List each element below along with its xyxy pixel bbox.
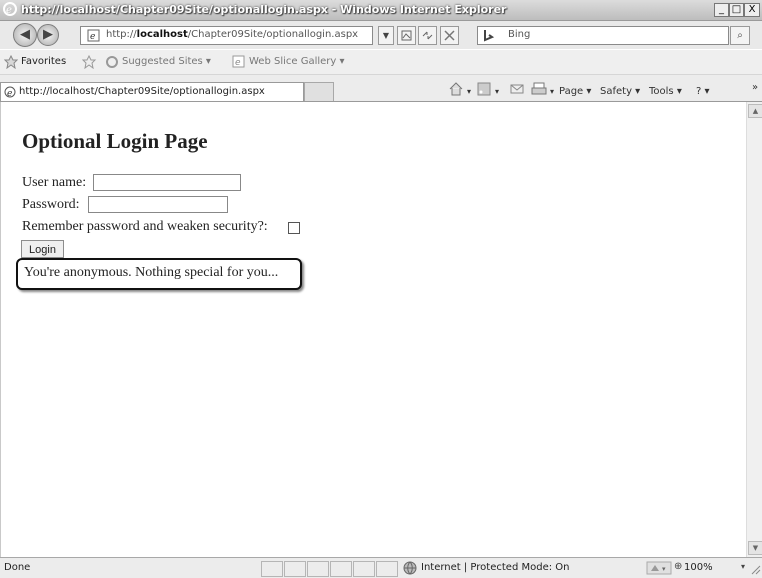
svg-text:e: e (6, 5, 12, 16)
favorites-button[interactable]: Favorites (21, 56, 66, 67)
status-segment (330, 561, 352, 577)
window-title: http://localhost/Chapter09Site/optionall… (21, 3, 507, 16)
security-zone[interactable]: Internet | Protected Mode: On (421, 562, 569, 573)
mail-icon[interactable] (510, 82, 524, 96)
status-segment (307, 561, 329, 577)
svg-text:▾: ▾ (662, 565, 666, 573)
username-field[interactable] (93, 174, 241, 191)
page-title: Optional Login Page (22, 129, 208, 153)
suggested-sites-link[interactable]: Suggested Sites ▾ (122, 56, 211, 67)
search-icon[interactable]: ⌕ (730, 26, 750, 45)
back-icon[interactable]: ◀ (13, 23, 37, 47)
address-url[interactable]: http://localhost/Chapter09Site/optionall… (106, 29, 358, 40)
search-provider: Bing (508, 29, 531, 40)
title-bar: e http://localhost/Chapter09Site/optiona… (0, 0, 762, 21)
vertical-scrollbar[interactable]: ▲ ▼ (746, 102, 762, 557)
stop-icon[interactable] (440, 26, 459, 45)
page-content: Optional Login Page User name: Password:… (0, 102, 747, 557)
svg-text:e: e (235, 58, 241, 68)
scroll-up-arrow[interactable]: ▲ (748, 104, 762, 118)
bing-icon (484, 30, 495, 42)
tab-page-icon: e (4, 86, 16, 99)
svg-text:e: e (90, 32, 95, 42)
security-icon[interactable]: ▾ (646, 561, 672, 575)
web-slice-gallery-link[interactable]: Web Slice Gallery ▾ (249, 56, 345, 67)
username-label: User name: (22, 175, 87, 190)
favorites-star-icon (4, 55, 18, 69)
status-text: Done (4, 562, 31, 573)
password-label: Password: (22, 197, 80, 212)
feeds-icon[interactable] (477, 82, 491, 96)
zoom-level[interactable]: 100% (684, 562, 713, 573)
help-icon[interactable]: ? ▾ (696, 86, 710, 97)
page-menu[interactable]: Page ▾ (559, 86, 591, 97)
status-segment (353, 561, 375, 577)
search-field[interactable]: Bing (477, 26, 729, 45)
maximize-button[interactable]: □ (729, 3, 744, 17)
login-button[interactable]: Login (21, 240, 64, 258)
svg-text:e: e (7, 89, 12, 99)
print-icon[interactable] (531, 81, 547, 97)
resize-grip-icon[interactable] (751, 565, 761, 575)
print-dropdown[interactable]: ▾ (550, 87, 554, 96)
zoom-icon[interactable]: ⊕ (674, 561, 682, 572)
tools-menu[interactable]: Tools ▾ (649, 86, 682, 97)
web-slice-icon: e (232, 55, 245, 68)
tab-active[interactable]: e http://localhost/Chapter09Site/optiona… (0, 82, 304, 101)
globe-icon (403, 561, 417, 575)
suggested-sites-icon (106, 56, 118, 68)
home-dropdown[interactable]: ▾ (467, 87, 471, 96)
favorites-bar: Favorites Suggested Sites ▾ e Web Slice … (0, 50, 762, 75)
status-segment (261, 561, 283, 577)
tab-title: http://localhost/Chapter09Site/optionall… (19, 86, 265, 97)
page-icon: e (87, 29, 100, 42)
address-bar[interactable]: e http://localhost/Chapter09Site/optiona… (80, 26, 373, 45)
message-box: You're anonymous. Nothing special for yo… (16, 258, 302, 290)
status-message: You're anonymous. Nothing special for yo… (24, 265, 279, 280)
new-tab-button[interactable] (304, 82, 334, 101)
refresh-icon[interactable] (418, 26, 437, 45)
status-segment (376, 561, 398, 577)
home-icon[interactable] (448, 81, 464, 97)
tab-bar: e http://localhost/Chapter09Site/optiona… (0, 75, 762, 102)
forward-icon[interactable]: ▶ (37, 24, 59, 46)
command-overflow[interactable]: » (752, 82, 758, 93)
safety-menu[interactable]: Safety ▾ (600, 86, 640, 97)
status-segment (284, 561, 306, 577)
scroll-down-arrow[interactable]: ▼ (748, 541, 762, 555)
status-bar: Done Internet | Protected Mode: On ▾ ⊕ 1… (0, 557, 762, 578)
address-dropdown[interactable]: ▼ (378, 26, 394, 45)
feeds-dropdown[interactable]: ▾ (495, 87, 499, 96)
ie-icon: e (3, 2, 17, 16)
remember-checkbox[interactable] (288, 222, 300, 234)
add-favorites-icon[interactable] (82, 55, 98, 69)
password-field[interactable] (88, 196, 228, 213)
minimize-button[interactable]: _ (714, 3, 729, 17)
remember-label: Remember password and weaken security?: (22, 219, 268, 234)
zoom-dropdown[interactable]: ▾ (741, 562, 745, 571)
navigation-bar: ◀ ▶ e http://localhost/Chapter09Site/opt… (0, 21, 762, 49)
compatibility-icon[interactable] (397, 26, 416, 45)
close-button[interactable]: X (744, 3, 760, 17)
